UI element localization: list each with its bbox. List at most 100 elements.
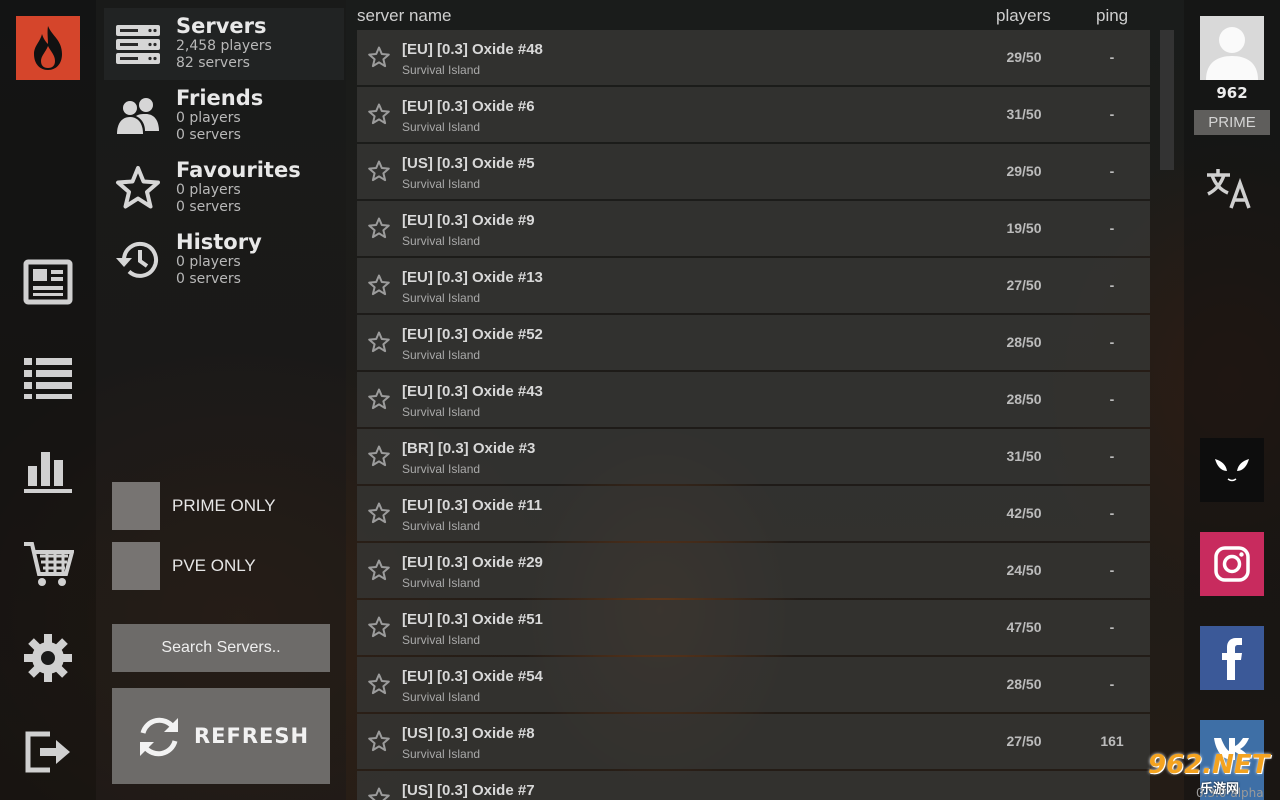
- server-name: [EU] [0.3] Oxide #51: [402, 611, 543, 628]
- instagram-icon[interactable]: [1200, 532, 1264, 596]
- settings-gear-icon[interactable]: [18, 628, 78, 688]
- favourite-star-icon[interactable]: [367, 159, 391, 183]
- server-ping: -: [1109, 163, 1115, 179]
- server-row[interactable]: [EU] [0.3] Oxide #51 Survival Island 47/50…: [357, 600, 1150, 655]
- server-map: Survival Island: [402, 519, 481, 533]
- server-players: 31/50: [1006, 448, 1042, 464]
- server-players: 47/50: [1006, 619, 1042, 635]
- server-row[interactable]: [EU] [0.3] Oxide #52 Survival Island 28/50…: [357, 315, 1150, 370]
- server-ping: -: [1109, 391, 1115, 407]
- column-header-players[interactable]: players: [996, 6, 1051, 26]
- flame-logo-icon[interactable]: [16, 16, 80, 80]
- favourite-star-icon[interactable]: [367, 672, 391, 696]
- category-servers-count: 82 servers: [176, 55, 250, 71]
- favourite-star-icon[interactable]: [367, 216, 391, 240]
- server-row[interactable]: [US] [0.3] Oxide #8 Survival Island 27/50 1…: [357, 714, 1150, 769]
- category-players: 0 players: [176, 110, 241, 126]
- favourite-star-icon[interactable]: [367, 387, 391, 411]
- server-players: 27/50: [1006, 277, 1042, 293]
- favourite-star-icon[interactable]: [367, 102, 391, 126]
- server-row[interactable]: [EU] [0.3] Oxide #54 Survival Island 28/50…: [357, 657, 1150, 712]
- exit-icon[interactable]: [18, 722, 78, 782]
- server-map: Survival Island: [402, 405, 481, 419]
- server-row[interactable]: [EU] [0.3] Oxide #48 Survival Island 29/50…: [357, 30, 1150, 85]
- favourite-star-icon[interactable]: [367, 501, 391, 525]
- favourite-star-icon[interactable]: [367, 444, 391, 468]
- server-icon: [114, 20, 162, 68]
- prime-only-checkbox[interactable]: [112, 482, 160, 530]
- favourite-star-icon[interactable]: [367, 729, 391, 753]
- news-icon[interactable]: [18, 252, 78, 312]
- facebook-icon[interactable]: [1200, 626, 1264, 690]
- server-players: 29/50: [1006, 163, 1042, 179]
- category-servers[interactable]: Servers 2,458 players 82 servers: [104, 8, 344, 80]
- search-servers-button[interactable]: Search Servers..: [112, 624, 330, 672]
- left-nav-rail: [0, 0, 96, 800]
- server-row[interactable]: [EU] [0.3] Oxide #13 Survival Island 27/50…: [357, 258, 1150, 313]
- server-map: Survival Island: [402, 690, 481, 704]
- server-row[interactable]: [EU] [0.3] Oxide #29 Survival Island 24/50…: [357, 543, 1150, 598]
- favourite-star-icon[interactable]: [367, 273, 391, 297]
- server-map: Survival Island: [402, 576, 481, 590]
- server-map: Survival Island: [402, 291, 481, 305]
- server-name: [EU] [0.3] Oxide #48: [402, 41, 543, 58]
- server-players: 42/50: [1006, 505, 1042, 521]
- server-name: [US] [0.3] Oxide #5: [402, 155, 535, 172]
- refresh-button[interactable]: REFRESH: [112, 688, 330, 784]
- stats-icon[interactable]: [18, 440, 78, 500]
- refresh-label: REFRESH: [194, 724, 310, 748]
- server-ping: -: [1109, 619, 1115, 635]
- translate-icon[interactable]: [1204, 166, 1256, 210]
- column-header-ping[interactable]: ping: [1096, 6, 1128, 26]
- category-favourites[interactable]: Favourites 0 players 0 servers: [104, 152, 344, 224]
- category-title: Friends: [176, 86, 264, 110]
- pve-only-checkbox[interactable]: [112, 542, 160, 590]
- server-ping: -: [1109, 676, 1115, 692]
- favourite-star-icon[interactable]: [367, 330, 391, 354]
- server-name: [BR] [0.3] Oxide #3: [402, 440, 536, 457]
- shop-cart-icon[interactable]: [18, 534, 78, 594]
- avatar[interactable]: [1200, 16, 1264, 80]
- server-name: [EU] [0.3] Oxide #29: [402, 554, 543, 571]
- favourite-star-icon[interactable]: [367, 786, 391, 800]
- server-row[interactable]: [US] [0.3] Oxide #5 Survival Island 29/50 -: [357, 144, 1150, 199]
- refresh-icon: [140, 717, 178, 757]
- category-servers-count: 0 servers: [176, 199, 241, 215]
- category-players: 2,458 players: [176, 38, 272, 54]
- server-name: [US] [0.3] Oxide #7: [402, 782, 535, 799]
- category-title: History: [176, 230, 262, 254]
- server-ping: -: [1109, 562, 1115, 578]
- category-players: 0 players: [176, 254, 241, 270]
- server-row[interactable]: [US] [0.3] Oxide #7: [357, 771, 1150, 800]
- server-name: [EU] [0.3] Oxide #52: [402, 326, 543, 343]
- server-ping: -: [1109, 505, 1115, 521]
- category-servers-count: 0 servers: [176, 271, 241, 287]
- server-list-scrollbar[interactable]: [1160, 30, 1174, 170]
- server-row[interactable]: [EU] [0.3] Oxide #6 Survival Island 31/50 -: [357, 87, 1150, 142]
- server-row[interactable]: [EU] [0.3] Oxide #11 Survival Island 42/50…: [357, 486, 1150, 541]
- column-header-name[interactable]: server name: [357, 6, 451, 26]
- prime-only-label: PRIME ONLY: [172, 496, 276, 515]
- category-friends[interactable]: Friends 0 players 0 servers: [104, 80, 344, 152]
- favourite-star-icon[interactable]: [367, 45, 391, 69]
- favourite-star-icon[interactable]: [367, 615, 391, 639]
- server-map: Survival Island: [402, 234, 481, 248]
- favourite-star-icon[interactable]: [367, 558, 391, 582]
- server-players: 27/50: [1006, 733, 1042, 749]
- prime-badge[interactable]: PRIME: [1194, 110, 1270, 135]
- server-row[interactable]: [BR] [0.3] Oxide #3 Survival Island 31/50 -: [357, 429, 1150, 484]
- category-history[interactable]: History 0 players 0 servers: [104, 224, 344, 296]
- server-name: [EU] [0.3] Oxide #54: [402, 668, 543, 685]
- history-icon: [114, 236, 162, 284]
- server-map: Survival Island: [402, 633, 481, 647]
- server-row[interactable]: [EU] [0.3] Oxide #9 Survival Island 19/50 -: [357, 201, 1150, 256]
- category-title: Servers: [176, 14, 267, 38]
- watermark-main-text: 962.NET: [1148, 750, 1270, 780]
- alien-icon[interactable]: [1200, 438, 1264, 502]
- friends-icon: [114, 92, 162, 140]
- pve-only-toggle[interactable]: PVE ONLY: [112, 542, 332, 590]
- server-list-icon[interactable]: [18, 346, 78, 406]
- server-row[interactable]: [EU] [0.3] Oxide #43 Survival Island 28/50…: [357, 372, 1150, 427]
- server-name: [EU] [0.3] Oxide #9: [402, 212, 535, 229]
- prime-only-toggle[interactable]: PRIME ONLY: [112, 482, 332, 530]
